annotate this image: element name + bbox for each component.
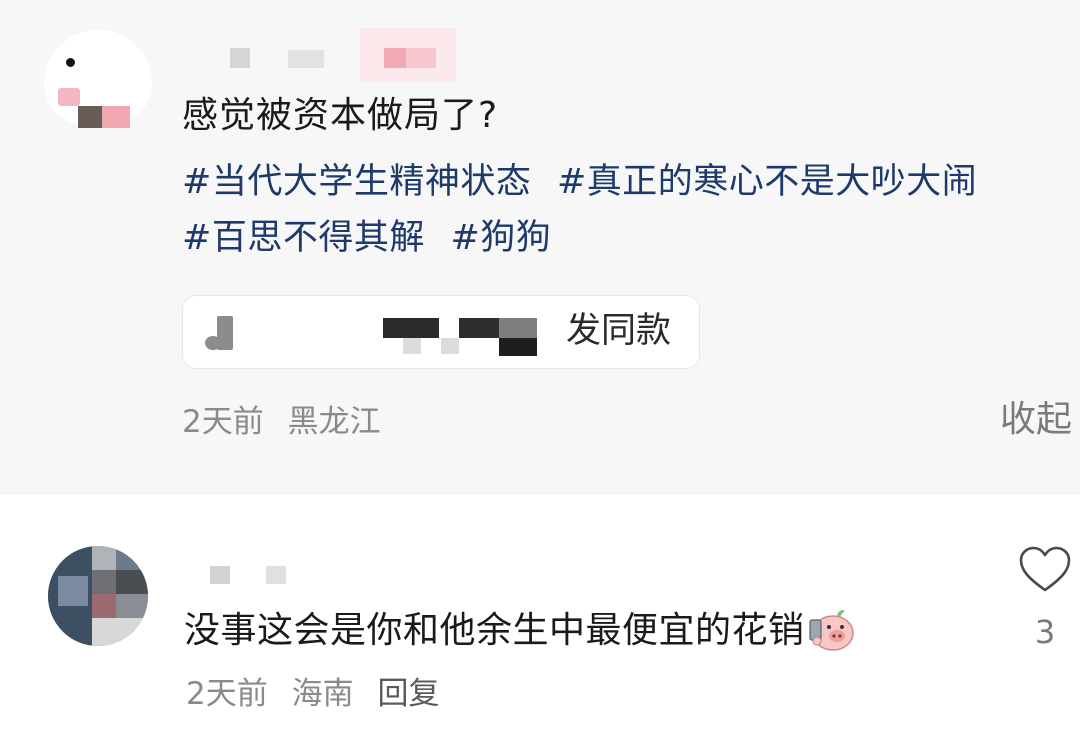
pig-phone-emoji-icon <box>807 605 855 653</box>
reply-meta: 2天前 海南 回复 <box>186 672 453 716</box>
music-same-style-card[interactable]: 发同款 <box>182 295 700 369</box>
hashtag-list: #当代大学生精神状态 #真正的寒心不是大吵大闹 #百思不得其解 #狗狗 <box>182 154 1077 266</box>
post-time: 2天前 <box>182 404 264 440</box>
reply-comment: 没事这会是你和他余生中最便宜的花销 <box>184 606 855 656</box>
hashtag[interactable]: #当代大学生精神状态 <box>182 154 531 210</box>
username-blurred[interactable] <box>210 566 290 586</box>
heart-icon[interactable] <box>1018 546 1072 594</box>
reply-text: 没事这会是你和他余生中最便宜的花销 <box>184 610 805 651</box>
music-title-blurred <box>383 318 439 338</box>
post-card: 感觉被资本做局了? #当代大学生精神状态 #真正的寒心不是大吵大闹 #百思不得其… <box>0 0 1080 495</box>
like-count: 3 <box>1034 613 1056 651</box>
post-location: 黑龙江 <box>287 404 381 440</box>
reply-location: 海南 <box>291 676 354 712</box>
hashtag[interactable]: #真正的寒心不是大吵大闹 <box>557 154 977 210</box>
avatar[interactable] <box>48 546 154 652</box>
music-note-icon <box>205 316 233 350</box>
same-style-label: 发同款 <box>566 311 672 351</box>
collapse-button[interactable]: 收起 <box>1000 396 1072 444</box>
avatar-tongue <box>58 88 80 106</box>
avatar-image <box>48 546 148 646</box>
post-text: 感觉被资本做局了? <box>182 95 499 136</box>
post-meta: 2天前 黑龙江 <box>182 400 395 444</box>
avatar-eye <box>66 58 75 67</box>
hashtag[interactable]: #狗狗 <box>450 210 551 266</box>
avatar[interactable] <box>44 30 154 140</box>
reply-time: 2天前 <box>186 676 268 712</box>
username-blurred[interactable] <box>228 28 468 82</box>
reply-button[interactable]: 回复 <box>377 676 439 712</box>
hashtag[interactable]: #百思不得其解 <box>182 210 425 266</box>
